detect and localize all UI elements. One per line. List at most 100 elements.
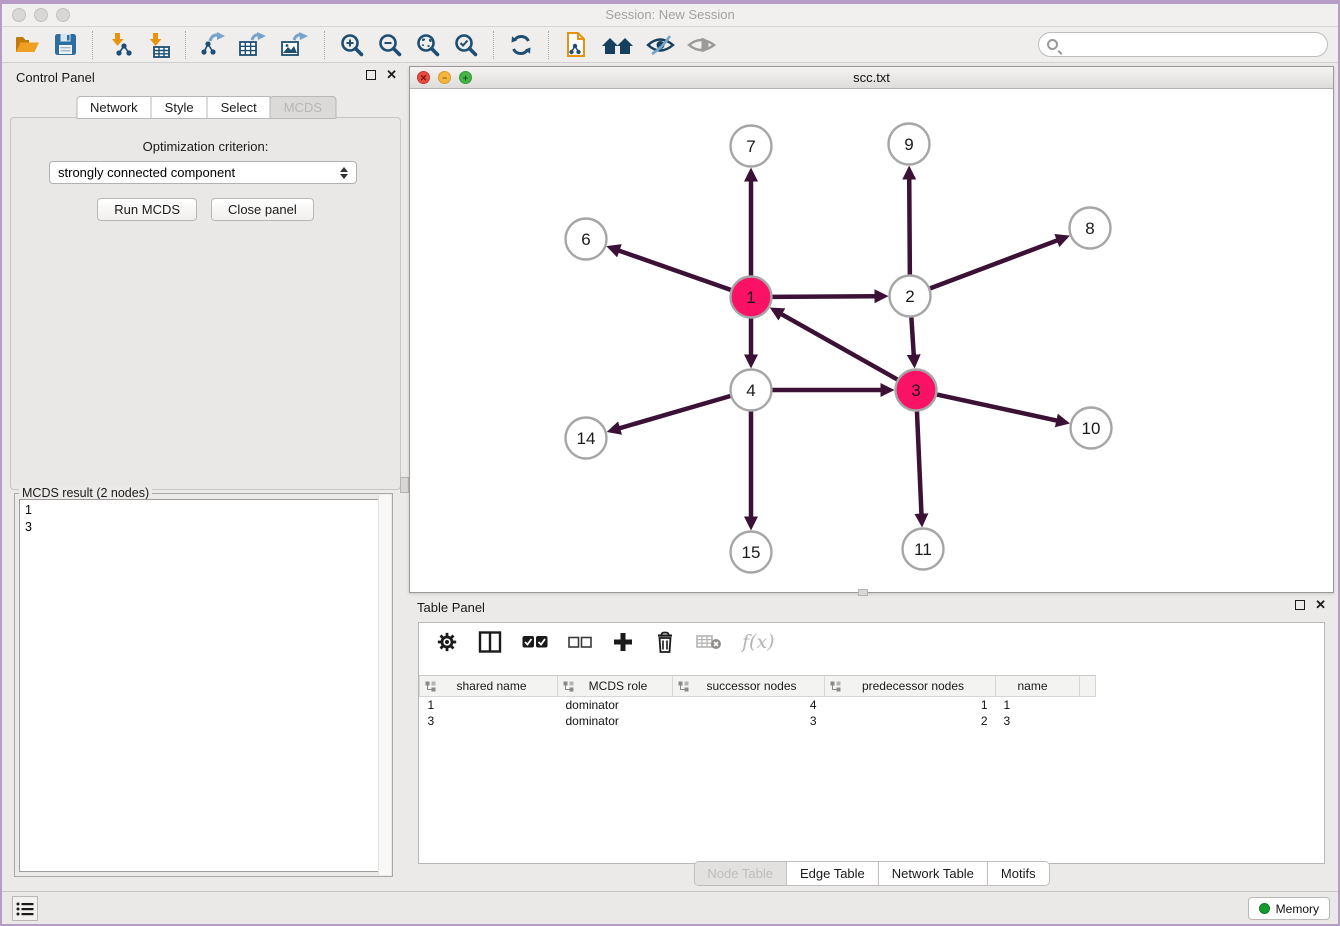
edge-2-8[interactable]	[930, 240, 1058, 288]
refresh-icon	[508, 32, 534, 58]
table-row[interactable]: 3dominator323	[420, 713, 1096, 729]
node-4[interactable]: 4	[731, 370, 772, 411]
node-7[interactable]: 7	[731, 126, 772, 167]
create-column-button[interactable]	[607, 629, 639, 655]
control-panel-tabs: NetworkStyleSelectMCDS	[77, 96, 336, 119]
search-input[interactable]	[1063, 37, 1319, 52]
node-3[interactable]: 3	[896, 370, 937, 411]
result-scrollbar[interactable]	[378, 495, 391, 875]
run-mcds-button[interactable]: Run MCDS	[97, 198, 197, 221]
edge-2-9[interactable]	[909, 178, 910, 274]
tab-network[interactable]: Network	[76, 96, 152, 119]
close-table-panel-icon[interactable]: ✕	[1315, 600, 1326, 610]
edge-1-2[interactable]	[772, 296, 875, 297]
node-9[interactable]: 9	[889, 124, 930, 165]
node-15[interactable]: 15	[731, 532, 772, 573]
column-header-shared-name[interactable]: shared name	[420, 676, 558, 697]
delete-table-icon	[696, 633, 722, 651]
column-header-MCDS-role[interactable]: MCDS role	[558, 676, 673, 697]
clone-network-button[interactable]	[557, 29, 595, 60]
panel-divider[interactable]	[403, 65, 407, 885]
clone-network-icon	[563, 31, 589, 58]
tab-select[interactable]: Select	[207, 96, 271, 119]
mcds-result-text[interactable]: 13	[19, 499, 388, 872]
show-all-button[interactable]	[681, 30, 722, 60]
table-cell[interactable]: dominator	[558, 697, 673, 713]
export-table-button[interactable]	[232, 30, 274, 60]
node-8[interactable]: 8	[1070, 208, 1111, 249]
zoom-in-button[interactable]	[333, 30, 371, 60]
hide-selected-button[interactable]	[640, 30, 681, 60]
zoom-out-button[interactable]	[371, 30, 409, 60]
edge-2-3[interactable]	[911, 317, 913, 355]
control-panel: Control Panel ✕ NetworkStyleSelectMCDS O…	[8, 65, 405, 885]
svg-text:6: 6	[581, 230, 590, 249]
search-box[interactable]	[1038, 32, 1328, 57]
network-canvas[interactable]: 7 9 6 8 1 2 4 3 14 10 15 11	[410, 89, 1333, 592]
table-cell[interactable]: 1	[996, 697, 1080, 713]
tab-mcds[interactable]: MCDS	[270, 96, 336, 119]
network-graph[interactable]: 7 9 6 8 1 2 4 3 14 10 15 11	[410, 89, 1333, 592]
column-header-name[interactable]: name	[996, 676, 1080, 697]
node-2[interactable]: 2	[890, 276, 931, 317]
table-cell[interactable]: 2	[825, 713, 996, 729]
node-11[interactable]: 11	[903, 529, 944, 570]
column-header-successor-nodes[interactable]: successor nodes	[673, 676, 825, 697]
table-cell[interactable]: 4	[673, 697, 825, 713]
criterion-dropdown[interactable]: strongly connected component	[49, 161, 357, 184]
open-session-button[interactable]	[8, 30, 47, 59]
node-10[interactable]: 10	[1071, 408, 1112, 449]
close-panel-button[interactable]: Close panel	[211, 198, 314, 221]
edge-3-10[interactable]	[937, 395, 1057, 421]
edge-3-11[interactable]	[917, 411, 922, 514]
select-all-columns-button[interactable]	[517, 633, 553, 651]
node-14[interactable]: 14	[566, 418, 607, 459]
function-builder-button[interactable]: f(x)	[737, 629, 780, 655]
column-label: MCDS role	[574, 679, 672, 693]
import-network-icon	[107, 32, 133, 58]
table-settings-button[interactable]	[431, 629, 463, 655]
table-cell[interactable]: dominator	[558, 713, 673, 729]
export-image-icon	[280, 32, 310, 58]
save-session-button[interactable]	[47, 30, 84, 59]
delete-columns-button[interactable]	[649, 629, 681, 656]
edge-3-1[interactable]	[781, 314, 897, 380]
column-header-predecessor-nodes[interactable]: predecessor nodes	[825, 676, 996, 697]
table-panel: Table Panel ✕	[409, 595, 1334, 888]
tab-network-table[interactable]: Network Table	[878, 862, 987, 885]
zoom-fit-button[interactable]	[409, 30, 447, 60]
edge-4-14[interactable]	[619, 396, 730, 428]
memory-button[interactable]: Memory	[1248, 897, 1330, 920]
deselect-all-columns-button[interactable]	[563, 634, 597, 651]
export-image-button[interactable]	[274, 30, 316, 60]
table-cell[interactable]: 3	[996, 713, 1080, 729]
table-cell[interactable]: 3	[673, 713, 825, 729]
import-network-button[interactable]	[101, 30, 139, 60]
zoom-selected-button[interactable]	[447, 30, 485, 60]
first-neighbors-button[interactable]	[595, 31, 640, 59]
table-cell[interactable]: 3	[420, 713, 558, 729]
close-panel-icon[interactable]: ✕	[386, 70, 397, 80]
tab-edge-table[interactable]: Edge Table	[786, 862, 878, 885]
table-cell[interactable]: 1	[825, 697, 996, 713]
column-type-icon	[678, 681, 689, 692]
float-table-panel-icon[interactable]	[1295, 600, 1305, 610]
network-window-titlebar[interactable]: ✕ − + scc.txt	[410, 67, 1333, 89]
show-columns-button[interactable]	[473, 629, 507, 655]
tab-motifs[interactable]: Motifs	[987, 862, 1049, 885]
tab-node-table[interactable]: Node Table	[694, 862, 786, 885]
float-panel-icon[interactable]	[366, 70, 376, 80]
edge-1-6[interactable]	[619, 250, 731, 289]
node-1[interactable]: 1	[731, 277, 772, 318]
task-history-button[interactable]	[12, 896, 38, 921]
table-cell[interactable]: 1	[420, 697, 558, 713]
refresh-button[interactable]	[502, 30, 540, 60]
tab-style[interactable]: Style	[151, 96, 208, 119]
export-network-button[interactable]	[194, 30, 232, 60]
node-6[interactable]: 6	[566, 219, 607, 260]
import-table-button[interactable]	[139, 30, 177, 60]
table-row[interactable]: 1dominator411	[420, 697, 1096, 713]
divider-handle[interactable]	[400, 477, 409, 493]
delete-table-button[interactable]	[691, 631, 727, 653]
zoom-in-icon	[339, 32, 365, 58]
